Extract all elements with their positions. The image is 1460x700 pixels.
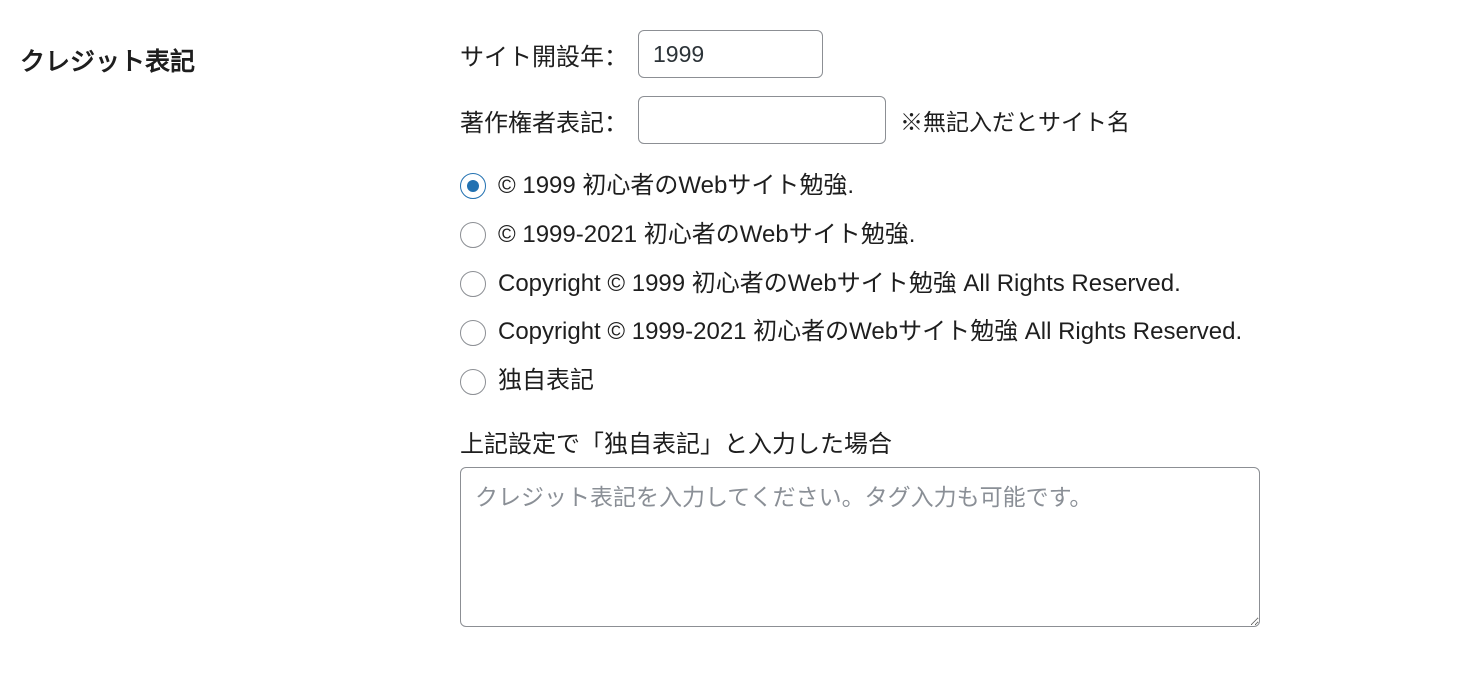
site-year-input[interactable]: [638, 30, 823, 78]
copyright-author-note: ※無記入だとサイト名: [900, 103, 1130, 137]
credit-format-radio-4[interactable]: [460, 369, 486, 395]
custom-credit-label: 上記設定で「独自表記」と入力した場合: [460, 424, 1440, 459]
credit-format-label-2[interactable]: Copyright © 1999 初心者のWebサイト勉強 All Rights…: [498, 270, 1181, 299]
credit-notation-section: クレジット表記 サイト開設年： 著作権者表記： ※無記入だとサイト名 © 199…: [20, 30, 1440, 634]
site-year-row: サイト開設年：: [460, 30, 1440, 78]
credit-format-label-1[interactable]: © 1999-2021 初心者のWebサイト勉強.: [498, 221, 915, 250]
site-year-label: サイト開設年：: [460, 37, 628, 72]
credit-format-radio-0[interactable]: [460, 173, 486, 199]
credit-format-radio-group: © 1999 初心者のWebサイト勉強. © 1999-2021 初心者のWeb…: [460, 172, 1440, 396]
credit-format-label-3[interactable]: Copyright © 1999-2021 初心者のWebサイト勉強 All R…: [498, 318, 1242, 347]
section-title: クレジット表記: [20, 30, 460, 78]
copyright-author-row: 著作権者表記： ※無記入だとサイト名: [460, 96, 1440, 144]
credit-format-radio-3[interactable]: [460, 320, 486, 346]
section-content: サイト開設年： 著作権者表記： ※無記入だとサイト名 © 1999 初心者のWe…: [460, 30, 1440, 634]
copyright-author-label: 著作権者表記：: [460, 103, 628, 138]
credit-format-radio-1[interactable]: [460, 222, 486, 248]
credit-format-label-0[interactable]: © 1999 初心者のWebサイト勉強.: [498, 172, 854, 201]
custom-credit-textarea[interactable]: [460, 467, 1260, 627]
credit-format-label-4[interactable]: 独自表記: [498, 367, 594, 396]
credit-format-radio-2[interactable]: [460, 271, 486, 297]
copyright-author-input[interactable]: [638, 96, 886, 144]
